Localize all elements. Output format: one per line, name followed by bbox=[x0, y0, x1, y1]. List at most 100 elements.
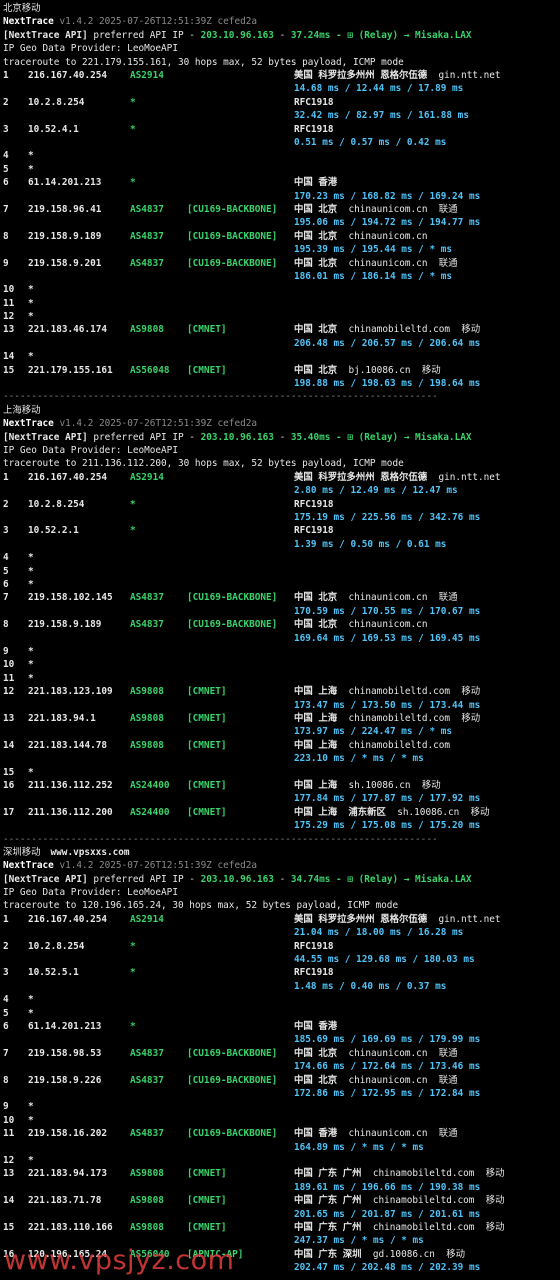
hop-number: 4 bbox=[3, 150, 9, 162]
hop-asn: AS4837 bbox=[130, 1047, 164, 1059]
hop-number: 11 bbox=[3, 1128, 15, 1140]
hop-rtt: 169.64 ms / 169.53 ms / 169.45 ms bbox=[294, 632, 481, 644]
hop-row: 5 * bbox=[3, 565, 560, 578]
hop-row: 11 219.158.16.202 AS4837 [CU169-BACKBONE] 中国… bbox=[3, 1127, 560, 1154]
hop-geo-location: 中国 上海 bbox=[294, 686, 338, 698]
hop-row: 9 * bbox=[3, 1100, 560, 1113]
hop-hostname: gin.ntt.net bbox=[438, 471, 501, 483]
hop-ip: * bbox=[28, 1007, 34, 1019]
hop-number: 5 bbox=[3, 565, 9, 577]
hop-number: 7 bbox=[3, 592, 9, 604]
api-relay: - ⊞ (Relay) → Misaka.LAX bbox=[330, 431, 472, 443]
hop-number: 2 bbox=[3, 940, 9, 952]
hop-rtt: 0.51 ms / 0.57 ms / 0.42 ms bbox=[294, 136, 447, 148]
app-version: v1.4.2 2025-07-26T12:51:39Z cefed2a bbox=[59, 16, 258, 28]
hop-network-tag: [CU169-BACKBONE] bbox=[187, 592, 278, 604]
hop-asn: AS4837 bbox=[130, 1128, 164, 1140]
hop-ip: 211.136.112.200 bbox=[28, 806, 113, 818]
hop-ip: 10.2.8.254 bbox=[28, 940, 85, 952]
hop-rtt: 177.84 ms / 177.87 ms / 177.92 ms bbox=[294, 793, 481, 805]
hop-hostname: chinaunicom.cn 联通 bbox=[348, 1128, 458, 1140]
hop-number: 1 bbox=[3, 913, 9, 925]
api-latency: 35.40ms bbox=[290, 431, 331, 443]
hop-ip: 221.183.110.166 bbox=[28, 1221, 113, 1233]
hop-asn: AS4837 bbox=[130, 1074, 164, 1086]
hop-number: 12 bbox=[3, 311, 15, 323]
hop-row: 4 * bbox=[3, 993, 560, 1006]
hop-asn: * bbox=[130, 498, 136, 510]
hop-asn: AS9808 bbox=[130, 1221, 164, 1233]
hop-number: 8 bbox=[3, 1074, 9, 1086]
hop-hostname: chinaunicom.cn 联通 bbox=[348, 592, 458, 604]
hop-network-tag: [CMNET] bbox=[187, 806, 227, 818]
hop-row: 12 221.183.123.109 AS9808 [CMNET] 中国 上海 chin… bbox=[3, 685, 560, 712]
hop-row: 11 * bbox=[3, 297, 560, 310]
hop-rtt: 21.04 ms / 18.00 ms / 16.28 ms bbox=[294, 927, 464, 939]
hop-row: 2 10.2.8.254 * RFC1918 44.55 ms / 129.68 ms … bbox=[3, 940, 560, 967]
hop-geo: 中国 香港 bbox=[294, 176, 337, 189]
hop-number: 15 bbox=[3, 364, 15, 376]
hop-geo-location: 中国 北京 bbox=[294, 1047, 338, 1059]
hop-number: 13 bbox=[3, 324, 15, 336]
api-sep: - bbox=[273, 431, 291, 443]
hop-rtt: 195.39 ms / 195.44 ms / * ms bbox=[294, 244, 453, 256]
hop-ip: 221.183.144.78 bbox=[28, 739, 108, 751]
hop-ip: 211.136.112.252 bbox=[28, 779, 113, 791]
hop-ip: * bbox=[28, 766, 34, 778]
hop-network-tag: [CMNET] bbox=[187, 1195, 227, 1207]
hop-ip: * bbox=[28, 659, 34, 671]
hop-number: 14 bbox=[3, 1195, 15, 1207]
hop-geo-location: RFC1918 bbox=[294, 96, 334, 108]
watermark-text: www.vpsjyz.com bbox=[4, 1245, 235, 1276]
hop-row: 13 221.183.94.173 AS9808 [CMNET] 中国 广东 广州 ch… bbox=[3, 1167, 560, 1194]
app-name: NextTrace bbox=[3, 860, 54, 872]
hop-geo-location: 中国 广东 广州 bbox=[294, 1168, 362, 1180]
hop-rtt: 201.65 ms / 201.87 ms / 201.61 ms bbox=[294, 1208, 481, 1220]
api-line: [NextTrace API] preferred API IP - 203.1… bbox=[3, 873, 560, 886]
hop-number: 3 bbox=[3, 525, 9, 537]
hop-row: 7 219.158.96.41 AS4837 [CU169-BACKBONE] 中国 北… bbox=[3, 203, 560, 230]
hop-asn: AS9808 bbox=[130, 1195, 164, 1207]
hop-geo: RFC1918 bbox=[294, 966, 334, 979]
hop-number: 5 bbox=[3, 163, 9, 175]
hop-number: 9 bbox=[3, 257, 9, 269]
hop-network-tag: [CU169-BACKBONE] bbox=[187, 1074, 278, 1086]
app-version: v1.4.2 2025-07-26T12:51:39Z cefed2a bbox=[59, 860, 258, 872]
app-header: NextTrace v1.4.2 2025-07-26T12:51:39Z ce… bbox=[3, 859, 560, 872]
api-prefix: [NextTrace API] bbox=[3, 431, 88, 443]
api-ip: 203.10.96.163 bbox=[200, 431, 274, 443]
hop-geo-location: 中国 香港 bbox=[294, 177, 338, 189]
hop-asn: * bbox=[130, 177, 136, 189]
hop-geo: RFC1918 bbox=[294, 498, 334, 511]
hop-geo: 中国 广东 广州 chinamobileltd.com 移动 bbox=[294, 1167, 504, 1180]
hop-ip: 61.14.201.213 bbox=[28, 1021, 102, 1033]
hop-number: 14 bbox=[3, 739, 15, 751]
api-ip: 203.10.96.163 bbox=[200, 29, 274, 41]
hop-row: 14 221.183.144.78 AS9808 [CMNET] 中国 上海 china… bbox=[3, 739, 560, 766]
hop-geo-location: 中国 上海 浦东新区 bbox=[294, 806, 386, 818]
hop-geo-location: RFC1918 bbox=[294, 940, 334, 952]
api-sep: - bbox=[273, 29, 291, 41]
hop-row: 1 216.167.40.254 AS2914 美国 科罗拉多州州 恩格尔伍德 gin… bbox=[3, 69, 560, 96]
hop-hostname: chinaunicom.cn 联通 bbox=[348, 1074, 458, 1086]
hop-hostname: chinamobileltd.com 移动 bbox=[372, 1168, 505, 1180]
hop-number: 12 bbox=[3, 1155, 15, 1166]
hop-number: 16 bbox=[3, 779, 15, 791]
app-header: NextTrace v1.4.2 2025-07-26T12:51:39Z ce… bbox=[3, 417, 560, 430]
hop-ip: 219.158.102.145 bbox=[28, 592, 113, 604]
hop-ip: * bbox=[28, 565, 34, 577]
hop-hostname: chinamobileltd.com 移动 bbox=[372, 1195, 505, 1207]
hop-geo-location: 中国 北京 bbox=[294, 364, 338, 376]
hop-hostname: chinaunicom.cn 联通 bbox=[348, 203, 458, 215]
hop-asn: * bbox=[130, 1021, 136, 1033]
hop-geo-location: 中国 北京 bbox=[294, 257, 338, 269]
hop-asn: * bbox=[130, 96, 136, 108]
hop-asn: AS4837 bbox=[130, 230, 164, 242]
hop-network-tag: [CMNET] bbox=[187, 739, 227, 751]
hop-asn: AS2914 bbox=[130, 69, 164, 81]
hop-rtt: 2.80 ms / 12.49 ms / 12.47 ms bbox=[294, 485, 458, 497]
hop-asn: AS4837 bbox=[130, 203, 164, 215]
hop-row: 7 219.158.98.53 AS4837 [CU169-BACKBONE] 中国 北… bbox=[3, 1047, 560, 1074]
hop-number: 11 bbox=[3, 672, 15, 684]
hop-geo: RFC1918 bbox=[294, 123, 334, 136]
